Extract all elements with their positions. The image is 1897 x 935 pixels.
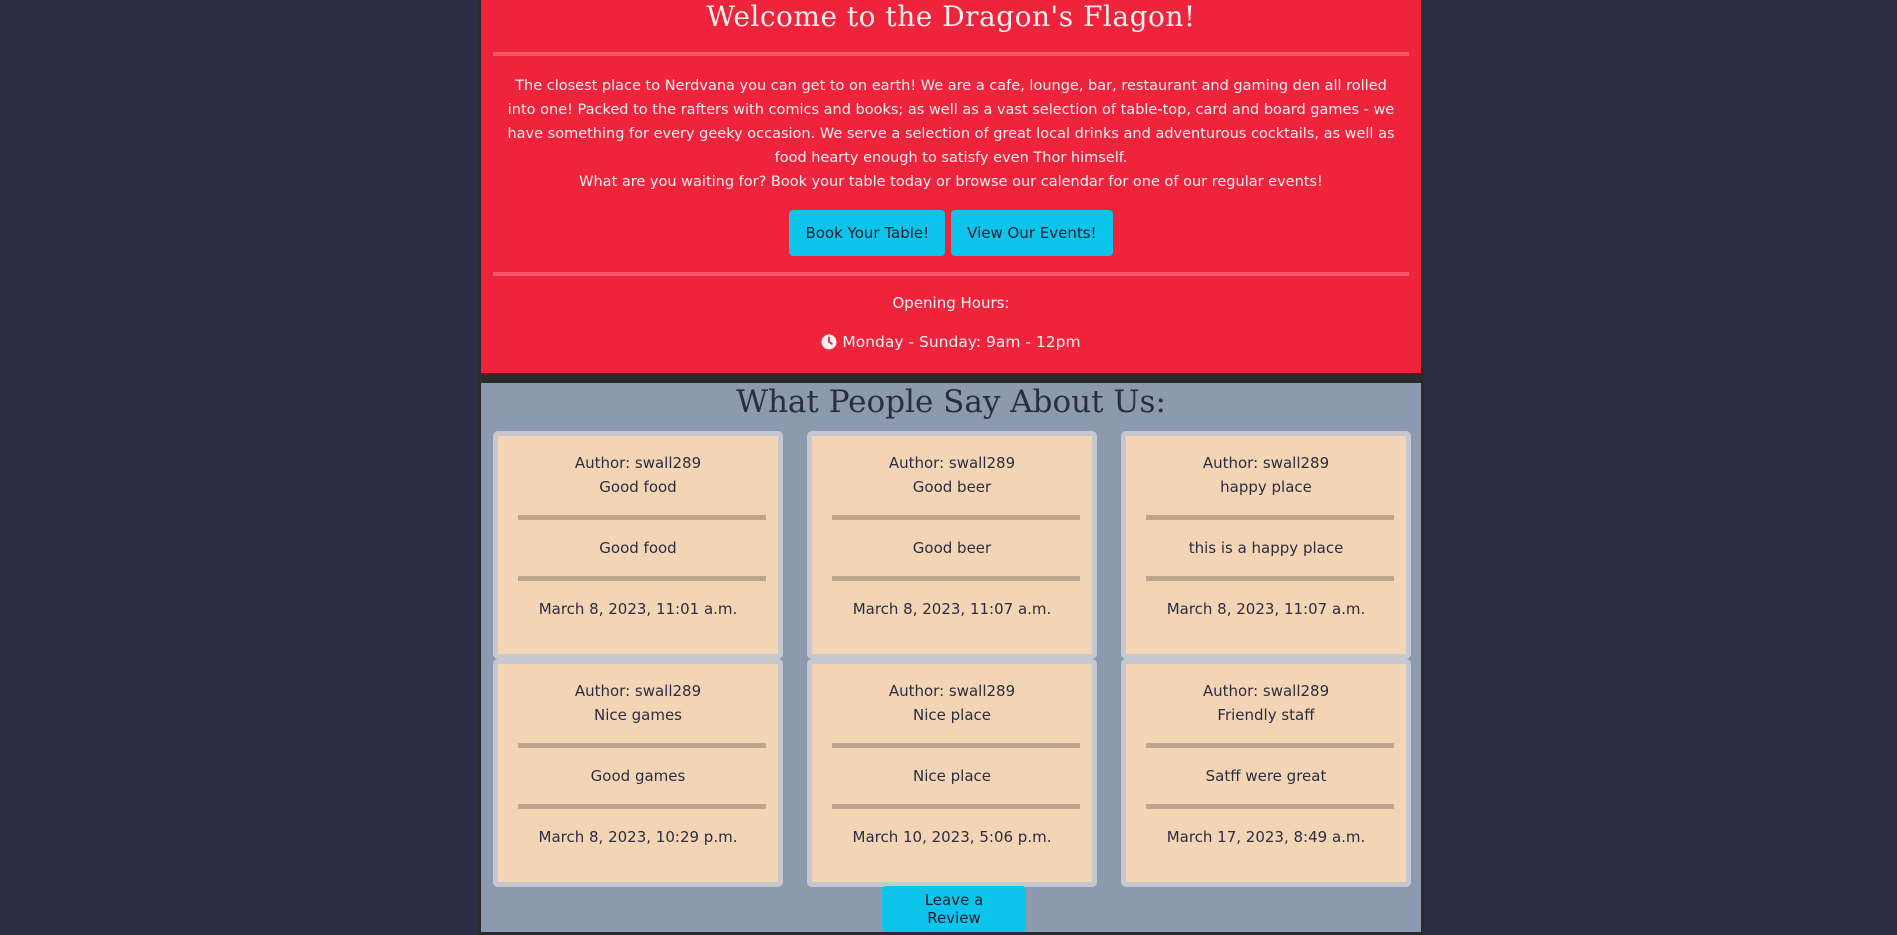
- book-table-button[interactable]: Book Your Table!: [789, 210, 946, 256]
- welcome-section: Welcome to the Dragon's Flagon! The clos…: [481, 0, 1421, 373]
- card-divider: [832, 576, 1080, 581]
- card-divider: [518, 804, 766, 809]
- clock-icon: [821, 334, 837, 350]
- review-author: Author: swall289: [574, 682, 702, 700]
- review-date: March 8, 2023, 11:07 a.m.: [1166, 600, 1366, 618]
- review-card: Author: swall289 Good beer Good beer Mar…: [807, 431, 1097, 659]
- review-card: Author: swall289 happy place this is a h…: [1121, 431, 1411, 659]
- review-subject: Good food: [599, 478, 677, 496]
- review-author: Author: swall289: [1202, 454, 1330, 472]
- card-divider: [1146, 515, 1394, 520]
- card-divider: [832, 743, 1080, 748]
- card-divider: [518, 576, 766, 581]
- leave-review-button[interactable]: Leave a Review: [882, 886, 1026, 932]
- intro-call-to-action: What are you waiting for? Book your tabl…: [579, 174, 1323, 190]
- hero-button-row: Book Your Table! View Our Events!: [481, 210, 1421, 256]
- review-body: Satff were great: [1205, 767, 1327, 785]
- review-author: Author: swall289: [1202, 682, 1330, 700]
- review-subject: happy place: [1220, 478, 1312, 496]
- review-author: Author: swall289: [888, 682, 1016, 700]
- opening-hours-value: Monday - Sunday: 9am - 12pm: [842, 333, 1081, 351]
- opening-hours: Monday - Sunday: 9am - 12pm: [481, 333, 1421, 351]
- review-subject: Nice games: [593, 706, 682, 724]
- review-date: March 8, 2023, 10:29 p.m.: [538, 828, 738, 846]
- reviews-section: What People Say About Us: Author: swall2…: [481, 383, 1421, 932]
- review-date: March 17, 2023, 8:49 a.m.: [1166, 828, 1366, 846]
- review-body: this is a happy place: [1188, 539, 1344, 557]
- opening-hours-label: Opening Hours:: [892, 294, 1010, 312]
- review-author: Author: swall289: [574, 454, 702, 472]
- divider: [493, 52, 1409, 56]
- card-divider: [832, 515, 1080, 520]
- intro-paragraph: The closest place to Nerdvana you can ge…: [507, 78, 1395, 166]
- review-card: Author: swall289 Nice place Nice place M…: [807, 659, 1097, 887]
- card-divider: [1146, 743, 1394, 748]
- review-card: Author: swall289 Good food Good food Mar…: [493, 431, 783, 659]
- review-body: Good beer: [912, 539, 992, 557]
- review-subject: Good beer: [912, 478, 992, 496]
- review-author: Author: swall289: [888, 454, 1016, 472]
- review-body: Good games: [590, 767, 686, 785]
- card-divider: [832, 804, 1080, 809]
- review-body: Good food: [599, 539, 677, 557]
- reviews-title: What People Say About Us:: [736, 384, 1166, 420]
- card-divider: [518, 515, 766, 520]
- page-title: Welcome to the Dragon's Flagon!: [706, 0, 1196, 33]
- review-date: March 8, 2023, 11:07 a.m.: [852, 600, 1052, 618]
- card-divider: [1146, 576, 1394, 581]
- card-divider: [518, 743, 766, 748]
- review-subject: Nice place: [913, 706, 991, 724]
- review-card: Author: swall289 Friendly staff Satff we…: [1121, 659, 1411, 887]
- review-date: March 8, 2023, 11:01 a.m.: [538, 600, 738, 618]
- review-card: Author: swall289 Nice games Good games M…: [493, 659, 783, 887]
- view-events-button[interactable]: View Our Events!: [951, 210, 1113, 256]
- review-body: Nice place: [913, 767, 991, 785]
- page-container: Welcome to the Dragon's Flagon! The clos…: [478, 0, 1424, 935]
- review-subject: Friendly staff: [1217, 706, 1315, 724]
- card-divider: [1146, 804, 1394, 809]
- divider: [493, 272, 1409, 276]
- review-date: March 10, 2023, 5:06 p.m.: [852, 828, 1052, 846]
- intro-text: The closest place to Nerdvana you can ge…: [499, 74, 1403, 194]
